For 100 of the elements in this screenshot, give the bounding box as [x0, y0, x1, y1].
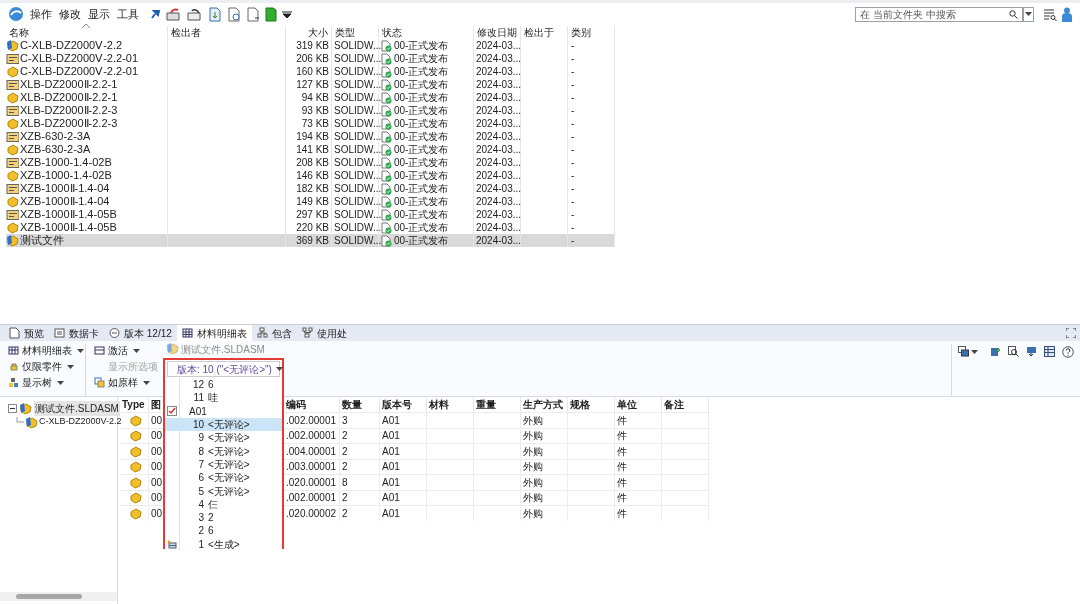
menu-item[interactable]: 操作 — [29, 5, 53, 23]
column-header[interactable]: 规格 — [568, 397, 615, 412]
magnifier-icon[interactable] — [1008, 346, 1019, 357]
ribbon-button[interactable]: 材料明细表 — [8, 344, 85, 357]
ribbon-button[interactable]: 显示树 — [8, 376, 85, 389]
file-status: 00-正式发布 — [394, 104, 449, 117]
table-cell-text: 2 — [342, 491, 348, 506]
menu-item[interactable]: 显示 — [87, 5, 111, 23]
window-stack-button[interactable] — [958, 346, 978, 357]
book-icon[interactable] — [265, 6, 277, 22]
part-icon — [6, 195, 19, 208]
file-category: - — [571, 209, 575, 220]
table-cell-text: 件 — [617, 444, 627, 459]
window-stack-icon — [958, 346, 969, 357]
file-type: SOLIDW... — [334, 92, 382, 103]
checkbox[interactable] — [167, 406, 177, 417]
list-search-icon[interactable] — [1043, 7, 1057, 21]
table-cell-text: .020.00001 — [286, 475, 337, 490]
part-icon — [128, 429, 142, 443]
caret-icon[interactable] — [282, 10, 292, 18]
drawing-icon — [6, 156, 19, 169]
revision-label: A01 — [188, 404, 207, 419]
file-category: - — [571, 92, 575, 103]
column-header[interactable]: 版本号 — [380, 397, 427, 412]
table-cell-text: 2 — [342, 506, 348, 521]
help-icon[interactable] — [1062, 346, 1074, 358]
tab[interactable]: 材料明细表 — [176, 325, 252, 341]
table-cell-text: 件 — [617, 475, 627, 490]
expand-icon[interactable] — [1066, 328, 1076, 338]
grid-arrow-icon[interactable] — [1026, 346, 1037, 357]
file-status: 00-正式发布 — [394, 169, 449, 182]
file-category: - — [571, 183, 575, 194]
column-header[interactable]: 生产方式 — [521, 397, 568, 412]
assembly-icon — [166, 342, 179, 355]
file-name: XLB-DZ2000Ⅱ-2.2-1 — [20, 78, 118, 91]
drawing-icon — [6, 130, 19, 143]
file-type: SOLIDW... — [334, 222, 382, 233]
version-button[interactable]: 版本: 10 ("<无评论>") — [167, 361, 280, 377]
drawing-icon — [6, 78, 19, 91]
file-category: - — [571, 144, 575, 155]
version-number: 7 — [197, 457, 205, 472]
card-icon — [54, 327, 65, 339]
part-icon — [128, 460, 142, 474]
document-icon[interactable] — [227, 6, 241, 22]
search-field[interactable]: 在 当前文件夹 中搜索 — [855, 6, 1023, 22]
document-check-icon — [381, 78, 392, 91]
file-date: 2024-03... — [476, 209, 522, 220]
column-header[interactable]: 重量 — [474, 397, 521, 412]
file-category: - — [571, 222, 575, 233]
tree-item[interactable]: 测试文件.SLDASM — [34, 400, 120, 416]
version-comment: 哇 — [208, 391, 218, 406]
user-icon[interactable] — [1062, 6, 1072, 22]
dropdown-button[interactable] — [1023, 6, 1034, 22]
file-category: - — [571, 196, 575, 207]
table-cell-text: 2 — [342, 460, 348, 475]
table-cell-text: .004.00001 — [286, 444, 337, 459]
document-icon[interactable] — [246, 6, 260, 22]
assembly-icon — [19, 401, 32, 415]
document-check-icon — [381, 208, 392, 221]
file-name: XLB-DZ2000Ⅱ-2.2-3 — [20, 117, 118, 130]
file-type: SOLIDW... — [334, 118, 382, 129]
column-header[interactable]: 备注 — [662, 397, 709, 412]
menu-item[interactable]: 修改 — [58, 5, 82, 23]
column-header[interactable]: 数量 — [340, 397, 380, 412]
caret-icon — [67, 364, 74, 369]
table-cell-text: 外购 — [523, 444, 543, 459]
file-category: - — [571, 235, 575, 246]
tab[interactable]: 版本 12/12 — [104, 325, 177, 341]
menu-item[interactable]: 工具 — [116, 5, 140, 23]
column-header[interactable]: 单位 — [615, 397, 662, 412]
table-icon[interactable] — [1044, 346, 1055, 357]
folder-arrow-icon[interactable] — [166, 7, 182, 21]
collapse-icon[interactable] — [8, 403, 17, 413]
ribbon-button[interactable]: 如原样 — [94, 376, 158, 389]
file-type: SOLIDW... — [334, 157, 382, 168]
file-category: - — [571, 66, 575, 77]
ribbon-button[interactable]: 仅限零件 — [8, 360, 85, 373]
document-check-icon — [381, 182, 392, 195]
document-check-icon — [381, 169, 392, 182]
file-size: 73 KB — [301, 117, 329, 130]
tree-item[interactable]: C-XLB-DZ2000V-2.2 — [39, 415, 122, 429]
column-header[interactable]: Type — [120, 397, 149, 412]
file-row[interactable]: 测试文件 369 KB SOLIDW... 00-正式发布 2024-03... - — [6, 234, 615, 247]
document-check-icon — [381, 143, 392, 156]
tab[interactable]: 预览 — [4, 325, 49, 341]
folder-arrow-icon[interactable] — [187, 7, 203, 21]
scrollbar-thumb[interactable] — [16, 594, 82, 599]
file-size: 208 KB — [296, 156, 329, 169]
ribbon-button[interactable]: 激活 — [94, 344, 158, 357]
column-header[interactable]: 材料 — [427, 397, 474, 412]
version-dropdown[interactable]: 版本: 10 ("<无评论>") 12 6 11 哇 A01 10 <无评论> 9 <无评论> 8 <无评论> 7 <无评论> 6 <无评论> 5 <无评论> 4 仨 3 2 2 6 1 <生成> — [163, 358, 284, 549]
tab[interactable]: 数据卡 — [49, 325, 104, 341]
globe-icon[interactable] — [8, 6, 24, 22]
document-icon[interactable] — [208, 6, 222, 22]
table-cell-text: .002.00001 — [286, 429, 337, 444]
tab[interactable]: 包含 — [251, 325, 297, 341]
file-status: 00-正式发布 — [394, 182, 449, 195]
tab[interactable]: 使用处 — [296, 325, 352, 341]
file-category: - — [571, 105, 575, 116]
file-size: 127 KB — [296, 78, 329, 91]
